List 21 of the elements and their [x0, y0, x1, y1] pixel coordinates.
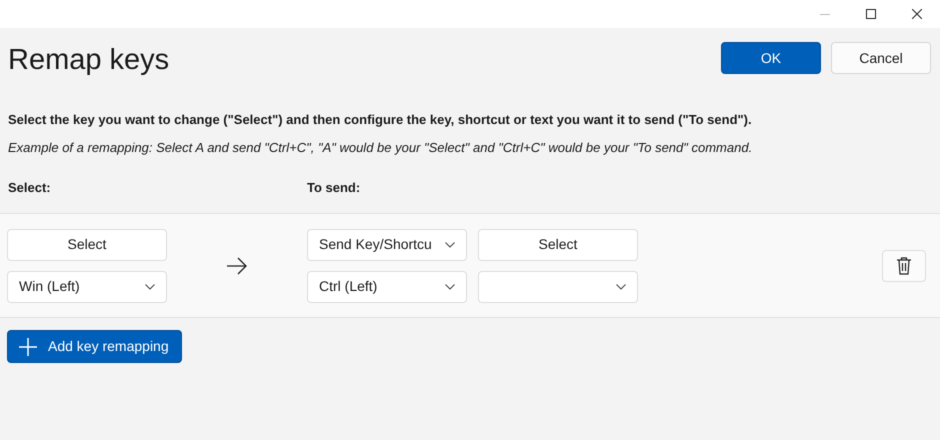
select-button[interactable]: Select: [7, 228, 167, 261]
right-arrow-icon: [226, 256, 248, 275]
chevron-down-icon: [616, 284, 626, 290]
plus-icon: [18, 336, 38, 357]
chevron-down-icon: [445, 284, 455, 290]
column-header: To send:: [307, 178, 360, 197]
dropdown[interactable]: Ctrl (Left): [307, 270, 467, 303]
select-button[interactable]: Select: [478, 228, 638, 261]
ok-button[interactable]: OK: [721, 42, 821, 74]
trash-icon: [896, 256, 912, 275]
chevron-down-icon: [145, 284, 155, 290]
dropdown[interactable]: Win (Left): [7, 270, 167, 303]
delete-button[interactable]: [882, 250, 926, 282]
add-remapping-button[interactable]: Add key remapping: [7, 330, 182, 364]
dropdown[interactable]: Send Key/Shortcu: [307, 228, 467, 261]
page-title: Remap keys: [8, 43, 170, 78]
example-text: Example of a remapping: Select A and send "Ctrl+C", "A" would be your "Select" and "Ctrl+C" would be your "To send" command.: [7, 139, 754, 158]
instructions-text: Select the key you want to change ("Select") and then configure the key, shortcut or text you want it to send ("To send").: [7, 110, 753, 129]
column-header: Select:: [8, 178, 52, 197]
cancel-button[interactable]: Cancel: [831, 42, 931, 74]
chevron-down-icon: [445, 242, 455, 248]
